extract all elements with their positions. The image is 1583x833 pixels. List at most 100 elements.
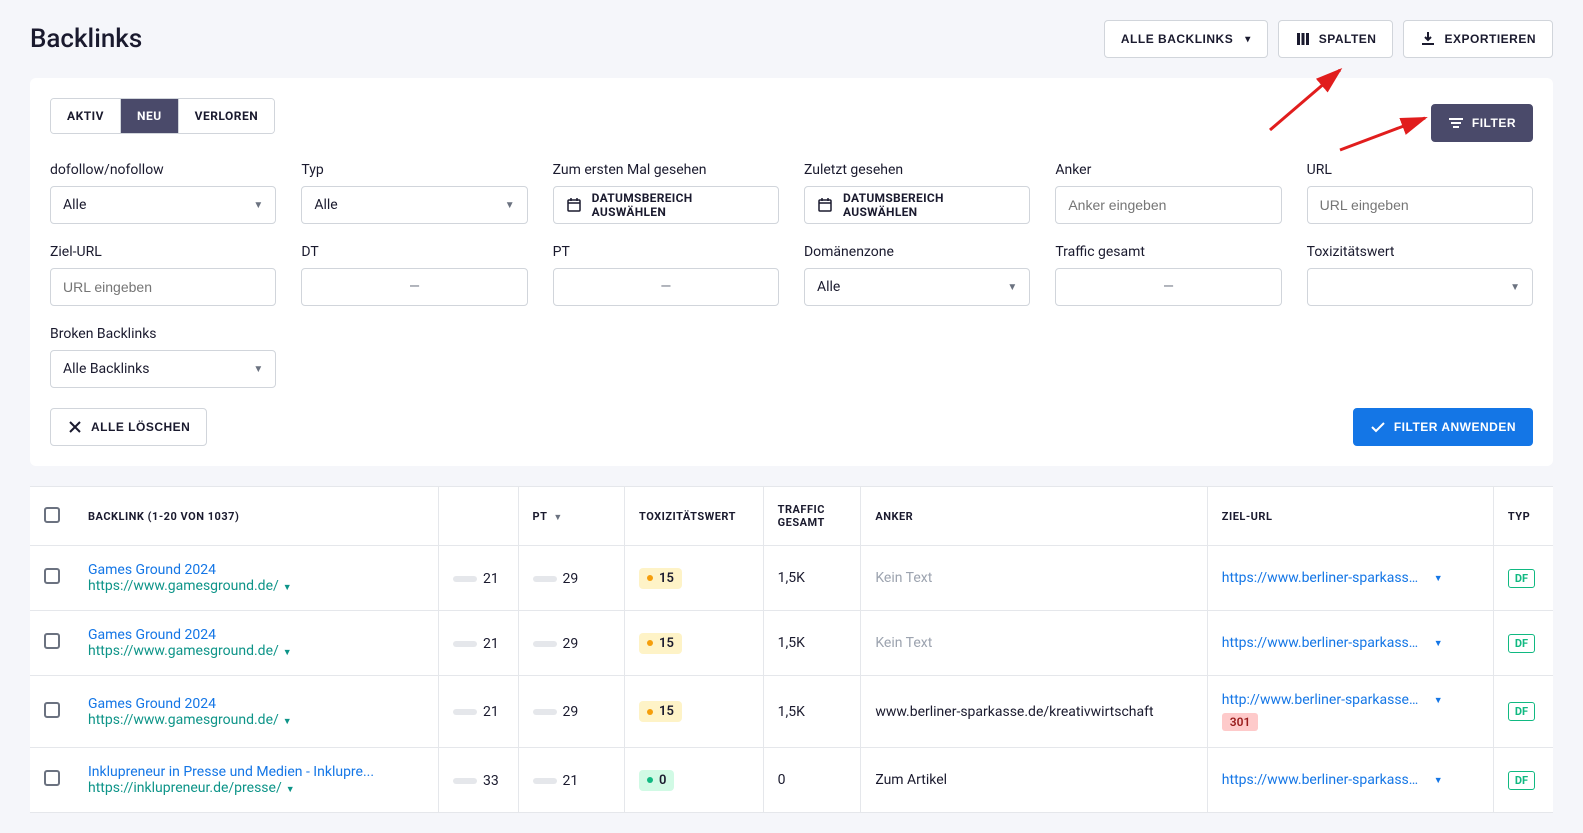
pt-range[interactable]: — <box>553 268 779 306</box>
dt-range[interactable]: — <box>301 268 527 306</box>
broken-label: Broken Backlinks <box>50 326 276 342</box>
pt-value: 29 <box>563 704 579 720</box>
ziel-url-link[interactable]: https://www.berliner-sparkasse.de/de... <box>1222 635 1422 651</box>
toxicity-value: 0 <box>659 773 666 788</box>
clear-all-button[interactable]: ALLE LÖSCHEN <box>50 408 207 446</box>
apply-filter-button[interactable]: FILTER ANWENDEN <box>1353 408 1533 446</box>
traffic-range[interactable]: — <box>1055 268 1281 306</box>
pt-value: 21 <box>563 773 579 789</box>
filter-button[interactable]: FILTER <box>1431 104 1533 142</box>
pt-bar: 29 <box>533 704 579 720</box>
row-checkbox[interactable] <box>44 702 60 718</box>
row-checkbox[interactable] <box>44 568 60 584</box>
page-title: Backlinks <box>30 24 142 54</box>
th-pt[interactable]: PT▼ <box>518 487 625 546</box>
backlink-title[interactable]: Games Ground 2024 <box>88 627 216 643</box>
status-tabs: AKTIV NEU VERLOREN <box>50 98 275 134</box>
chevron-down-icon[interactable]: ▼ <box>1434 775 1443 786</box>
export-button[interactable]: EXPORTIEREN <box>1403 20 1553 58</box>
dt-bar: 21 <box>453 571 499 587</box>
toxicity-label: Toxizitätswert <box>1307 244 1533 260</box>
traffic-value: 1,5K <box>763 611 861 676</box>
chevron-down-icon: ▼ <box>253 200 263 211</box>
tab-neu[interactable]: NEU <box>120 99 178 133</box>
typ-value: Alle <box>314 197 337 213</box>
tab-aktiv[interactable]: AKTIV <box>51 99 120 133</box>
url-input-wrap <box>1307 186 1533 224</box>
toxicity-select[interactable]: ▼ <box>1307 268 1533 306</box>
export-label: EXPORTIEREN <box>1444 32 1536 46</box>
chevron-down-icon[interactable]: ▼ <box>1434 573 1443 584</box>
chevron-down-icon[interactable]: ▼ <box>286 785 295 795</box>
toxicity-badge: 15 <box>639 633 682 654</box>
anker-text: Kein Text <box>875 635 932 651</box>
anker-label: Anker <box>1055 162 1281 178</box>
th-dt[interactable] <box>439 487 518 546</box>
first-seen-datepicker[interactable]: DATUMSBEREICH AUSWÄHLEN <box>553 186 779 224</box>
apply-filter-label: FILTER ANWENDEN <box>1394 420 1516 434</box>
chevron-down-icon[interactable]: ▼ <box>1434 638 1443 649</box>
domainzone-select[interactable]: Alle ▼ <box>804 268 1030 306</box>
row-checkbox[interactable] <box>44 770 60 786</box>
backlink-source-url[interactable]: https://www.gamesground.de/ <box>88 578 279 594</box>
first-seen-value: DATUMSBEREICH AUSWÄHLEN <box>592 191 766 219</box>
anker-input-wrap <box>1055 186 1281 224</box>
th-traffic[interactable]: TRAFFIC GESAMT <box>763 487 861 546</box>
th-ziel-url[interactable]: ZIEL-URL <box>1207 487 1493 546</box>
dt-value: 33 <box>483 773 499 789</box>
backlink-source-url[interactable]: https://www.gamesground.de/ <box>88 712 279 728</box>
table-row: Games Ground 2024 https://www.gamesgroun… <box>30 546 1553 611</box>
toxicity-value: 15 <box>659 636 674 651</box>
anker-text: Zum Artikel <box>875 772 947 788</box>
backlink-source-url[interactable]: https://inklupreneur.de/presse/ <box>88 780 282 796</box>
ziel-url-input[interactable] <box>63 279 263 295</box>
toxicity-badge: 15 <box>639 568 682 589</box>
columns-button[interactable]: SPALTEN <box>1278 20 1394 58</box>
th-anker[interactable]: ANKER <box>861 487 1207 546</box>
last-seen-datepicker[interactable]: DATUMSBEREICH AUSWÄHLEN <box>804 186 1030 224</box>
ziel-url-link[interactable]: http://www.berliner-sparkasse.de/kre... <box>1222 692 1422 708</box>
columns-label: SPALTEN <box>1319 32 1377 46</box>
toxicity-dot-icon <box>647 777 653 783</box>
url-input[interactable] <box>1320 197 1520 213</box>
dofollow-select[interactable]: Alle ▼ <box>50 186 276 224</box>
traffic-value: — <box>1163 279 1174 295</box>
ziel-url-link[interactable]: https://www.berliner-sparkasse.de/de... <box>1222 570 1422 586</box>
backlink-title[interactable]: Games Ground 2024 <box>88 562 216 578</box>
typ-select[interactable]: Alle ▼ <box>301 186 527 224</box>
traffic-label: Traffic gesamt <box>1055 244 1281 260</box>
chevron-down-icon[interactable]: ▼ <box>283 583 292 593</box>
row-checkbox[interactable] <box>44 633 60 649</box>
chevron-down-icon[interactable]: ▼ <box>283 717 292 727</box>
dt-value: 21 <box>483 571 499 587</box>
th-backlink[interactable]: BACKLINK (1-20 VON 1037) <box>74 487 439 546</box>
toxicity-badge: 0 <box>639 770 674 791</box>
all-backlinks-button[interactable]: ALLE BACKLINKS <box>1104 20 1268 58</box>
pt-label: PT <box>553 244 779 260</box>
chevron-down-icon[interactable]: ▼ <box>283 648 292 658</box>
th-toxicity[interactable]: TOXIZITÄTSWERT <box>625 487 764 546</box>
domainzone-label: Domänenzone <box>804 244 1030 260</box>
redirect-badge: 301 <box>1222 713 1259 731</box>
ziel-url-link[interactable]: https://www.berliner-sparkasse.de/de... <box>1222 772 1422 788</box>
anker-input[interactable] <box>1068 197 1268 213</box>
last-seen-label: Zuletzt gesehen <box>804 162 1030 178</box>
select-all-checkbox[interactable] <box>44 507 60 523</box>
backlink-title[interactable]: Games Ground 2024 <box>88 696 216 712</box>
backlink-source-url[interactable]: https://www.gamesground.de/ <box>88 643 279 659</box>
chevron-down-icon[interactable]: ▼ <box>1434 695 1443 706</box>
typ-badge: DF <box>1508 569 1535 588</box>
chevron-down-icon: ▼ <box>505 200 515 211</box>
backlinks-table: BACKLINK (1-20 VON 1037) PT▼ TOXIZITÄTSW… <box>30 486 1553 813</box>
clear-all-label: ALLE LÖSCHEN <box>91 420 190 434</box>
tab-verloren[interactable]: VERLOREN <box>178 99 275 133</box>
table-row: Games Ground 2024 https://www.gamesgroun… <box>30 611 1553 676</box>
th-typ[interactable]: TYP <box>1493 487 1553 546</box>
backlink-title[interactable]: Inklupreneur in Presse und Medien - Inkl… <box>88 764 374 780</box>
pt-bar: 21 <box>533 773 579 789</box>
broken-select[interactable]: Alle Backlinks ▼ <box>50 350 276 388</box>
dt-bar: 21 <box>453 636 499 652</box>
calendar-icon <box>566 197 582 213</box>
table-row: Games Ground 2024 https://www.gamesgroun… <box>30 676 1553 748</box>
sort-desc-icon: ▼ <box>553 513 562 523</box>
